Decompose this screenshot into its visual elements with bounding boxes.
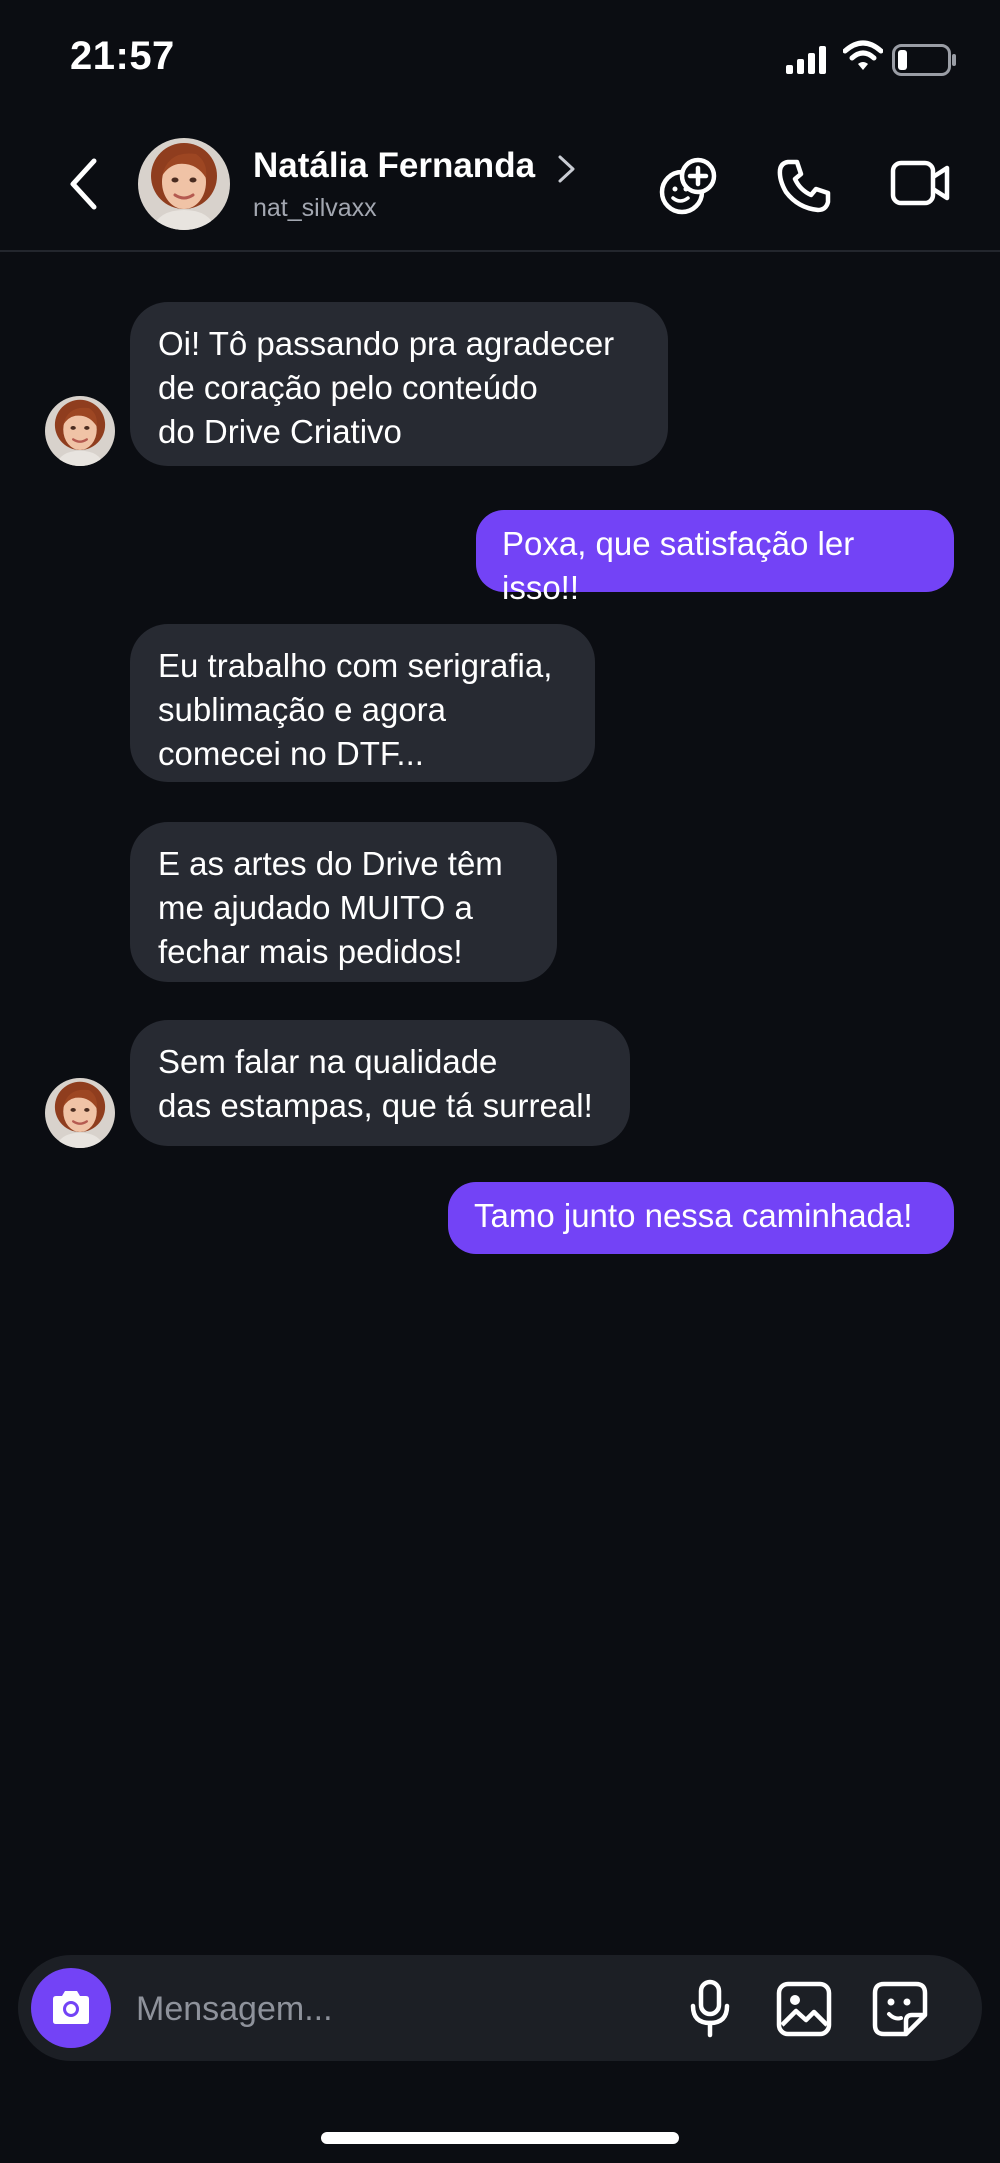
image-icon[interactable] [776,1981,832,2037]
chat-screen: 21:57 Natália Fernanda nat_silvaxx Oi! T… [0,0,1000,2163]
message-bubble-incoming[interactable]: Oi! Tô passando pra agradecer de coração… [130,302,668,466]
message-bubble-incoming[interactable]: Eu trabalho com serigrafia, sublimação e… [130,624,595,782]
message-composer [18,1955,982,2061]
message-bubble-outgoing[interactable]: Poxa, que satisfação ler isso!! [476,510,954,606]
sender-avatar[interactable] [45,396,115,466]
contact-username: nat_silvaxx [253,194,377,222]
message-bubble-outgoing[interactable]: Tamo junto nessa caminhada! [448,1182,954,1254]
add-friend-icon[interactable] [658,156,720,216]
video-camera-icon[interactable] [890,158,952,208]
camera-button[interactable] [31,1968,111,2048]
chevron-right-icon[interactable] [557,154,577,184]
camera-icon [53,1991,89,2024]
phone-icon[interactable] [776,158,832,214]
chat-header: Natália Fernanda nat_silvaxx [0,120,1000,252]
home-indicator[interactable] [321,2132,679,2144]
chevron-left-icon[interactable] [68,158,98,210]
contact-name[interactable]: Natália Fernanda [253,146,535,186]
sender-avatar[interactable] [45,1078,115,1148]
contact-avatar[interactable] [138,138,230,230]
signal-icon [786,46,826,74]
battery-icon [892,44,956,76]
status-bar: 21:57 [0,0,1000,120]
wifi-icon [843,40,883,70]
microphone-icon[interactable] [688,1979,732,2039]
sticker-icon[interactable] [872,1981,928,2037]
message-input[interactable] [134,1981,578,2037]
status-time: 21:57 [70,34,175,78]
message-bubble-incoming[interactable]: Sem falar na qualidade das estampas, que… [130,1020,630,1146]
message-bubble-incoming[interactable]: E as artes do Drive têm me ajudado MUITO… [130,822,557,982]
